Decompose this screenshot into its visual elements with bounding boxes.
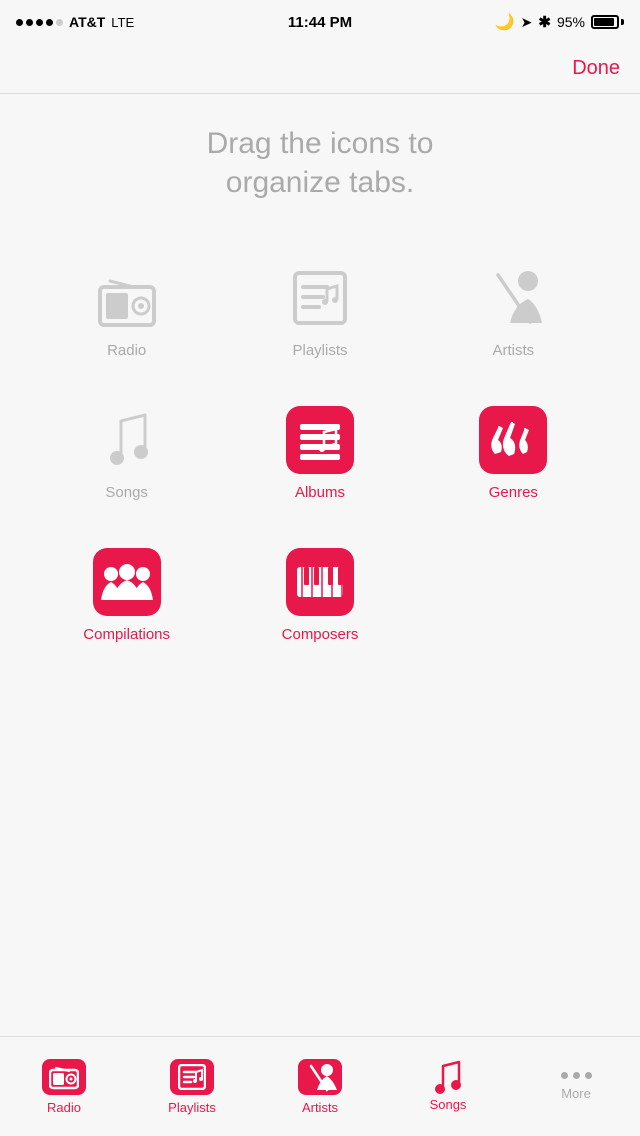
status-bar: AT&T LTE 11:44 PM 🌙 ➤ ✱ 95% — [0, 0, 640, 44]
compilations-icon-bg — [93, 548, 161, 616]
playlists-icon — [289, 269, 351, 327]
icon-item-songs[interactable]: Songs — [30, 384, 223, 526]
battery-percent: 95% — [557, 14, 585, 30]
tab-artists-icon — [303, 1062, 337, 1092]
location-icon: ➤ — [521, 14, 533, 31]
status-right: 🌙 ➤ ✱ 95% — [495, 12, 624, 32]
artists-icon-wrapper — [477, 262, 549, 334]
songs-label: Songs — [105, 484, 148, 501]
tab-songs[interactable]: Songs — [384, 1052, 512, 1112]
tab-playlists-icon — [178, 1064, 206, 1090]
composers-icon-wrapper — [284, 546, 356, 618]
tab-artists-label: Artists — [302, 1100, 338, 1115]
albums-label: Albums — [295, 484, 345, 501]
icon-item-playlists[interactable]: Playlists — [223, 242, 416, 384]
status-left: AT&T LTE — [16, 14, 134, 30]
tab-bar: Radio Playlists Artists — [0, 1036, 640, 1136]
radio-icon-wrapper — [91, 262, 163, 334]
tab-artists[interactable]: Artists — [256, 1049, 384, 1115]
instruction-text: Drag the icons toorganize tabs. — [20, 124, 620, 202]
tab-more-label: More — [561, 1086, 591, 1101]
nav-bar: Done — [0, 44, 640, 94]
tab-songs-icon-wrapper — [433, 1062, 463, 1092]
artists-icon — [478, 267, 548, 329]
songs-icon-wrapper — [91, 404, 163, 476]
done-button[interactable]: Done — [572, 57, 620, 80]
compilations-label: Compilations — [83, 626, 170, 643]
radio-icon — [96, 269, 158, 327]
playlists-icon-wrapper — [284, 262, 356, 334]
tab-songs-icon — [433, 1060, 463, 1094]
tab-more[interactable]: More — [512, 1062, 640, 1101]
radio-label: Radio — [107, 342, 146, 359]
bluetooth-icon: ✱ — [538, 13, 551, 31]
genres-icon-wrapper — [477, 404, 549, 476]
tab-radio-icon-bg — [42, 1059, 86, 1095]
artists-label: Artists — [492, 342, 534, 359]
tab-songs-label: Songs — [430, 1097, 467, 1112]
composers-icon-bg — [286, 548, 354, 616]
tab-radio-label: Radio — [47, 1100, 81, 1115]
tab-artists-icon-bg — [298, 1059, 342, 1095]
carrier-label: AT&T — [69, 14, 105, 30]
main-content: Drag the icons toorganize tabs. Radio — [0, 94, 640, 678]
genres-icon-bg — [479, 406, 547, 474]
icon-item-artists[interactable]: Artists — [417, 242, 610, 384]
compilations-icon-wrapper — [91, 546, 163, 618]
genres-icon — [487, 418, 539, 462]
icon-item-radio[interactable]: Radio — [30, 242, 223, 384]
tab-radio-icon — [49, 1064, 79, 1090]
moon-icon: 🌙 — [495, 12, 515, 32]
compilations-icon — [101, 560, 153, 604]
albums-icon — [298, 418, 342, 462]
more-icon — [561, 1072, 592, 1079]
icon-item-albums[interactable]: Albums — [223, 384, 416, 526]
signal-strength — [16, 19, 63, 26]
icon-item-genres[interactable]: Genres — [417, 384, 610, 526]
genres-label: Genres — [489, 484, 538, 501]
albums-icon-wrapper — [284, 404, 356, 476]
icon-item-compilations[interactable]: Compilations — [30, 526, 223, 668]
composers-icon — [295, 561, 345, 603]
network-label: LTE — [111, 15, 134, 30]
tab-playlists[interactable]: Playlists — [128, 1049, 256, 1115]
albums-icon-bg — [286, 406, 354, 474]
tab-playlists-label: Playlists — [168, 1100, 216, 1115]
battery-icon — [591, 15, 624, 29]
composers-label: Composers — [282, 626, 359, 643]
playlists-label: Playlists — [292, 342, 347, 359]
tab-radio[interactable]: Radio — [0, 1049, 128, 1115]
icon-item-composers[interactable]: Composers — [223, 526, 416, 668]
time-display: 11:44 PM — [288, 14, 352, 31]
songs-icon — [103, 411, 151, 469]
icon-grid-row1: Radio Playlists — [30, 242, 610, 668]
tab-playlists-icon-bg — [170, 1059, 214, 1095]
